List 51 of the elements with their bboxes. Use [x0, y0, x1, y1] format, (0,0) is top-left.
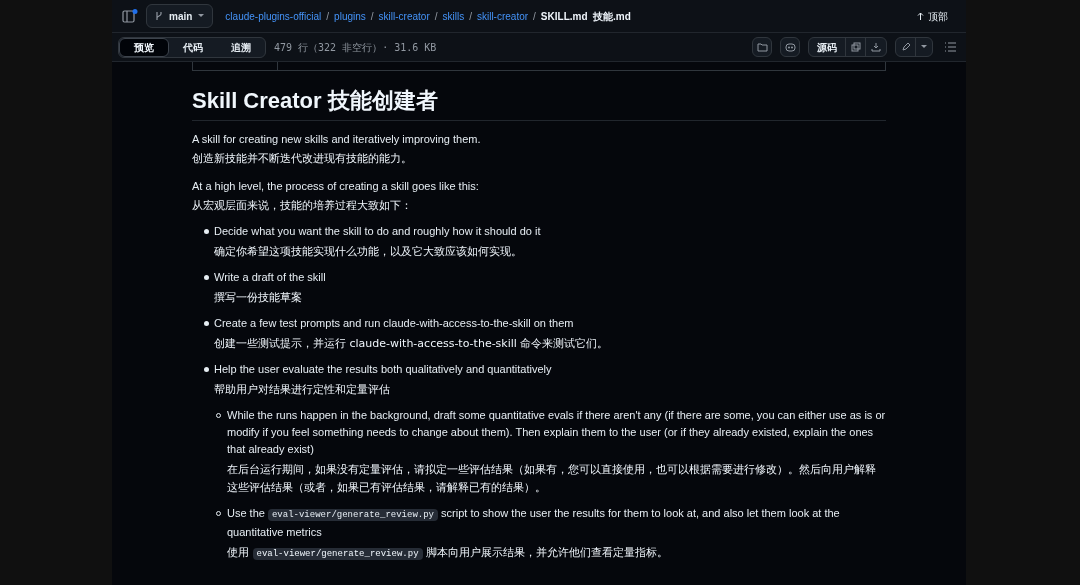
file-info: 479 行（322 非空行）· 31.6 KB [274, 40, 437, 55]
sidebar-toggle-icon[interactable] [122, 9, 138, 23]
translated-paragraph: 从宏观层面来说，技能的培养过程大致如下： [192, 198, 413, 214]
caret-icon [921, 45, 927, 49]
list-item-text: Use the eval-viewer/generate_review.py script to show the user the results for them to look at, and also let them look at the quantitative metrics [227, 506, 841, 540]
up-arrow-icon [917, 12, 924, 20]
bullet [204, 367, 209, 372]
outline-icon[interactable] [945, 42, 956, 52]
paragraph: At a high level, the process of creating a skill goes like this: [192, 179, 480, 194]
download-icon [871, 42, 881, 52]
breadcrumb-separator: / [434, 9, 438, 24]
breadcrumb-separator: / [370, 9, 374, 24]
bullet [204, 321, 209, 326]
breadcrumb-separator: / [326, 9, 330, 24]
breadcrumb-separator: / [469, 9, 472, 24]
back-to-top-link[interactable]: 顶部 [917, 8, 948, 24]
list-item-text: Help the user evaluate the results both qualitatively and quantitatively [214, 362, 553, 377]
branch-button[interactable]: main [146, 4, 214, 28]
breadcrumb-link[interactable]: skill-creator [378, 8, 430, 24]
breadcrumb-link[interactable]: claude-plugins-official [225, 8, 322, 24]
document-title: Skill Creator 技能创建者 [192, 86, 886, 121]
copy-icon [850, 42, 861, 52]
breadcrumb-link[interactable]: skills [442, 8, 465, 24]
translated-item-text: 使用 eval-viewer/generate_review.py 脚本向用户展示结果，并允许他们查看定量指标。 [227, 545, 670, 562]
pencil-icon [900, 42, 911, 52]
translated-item-text: 撰写一份技能草案 [214, 290, 303, 306]
paragraph: A skill for creating new skills and iteratively improving them. [192, 132, 482, 147]
list-item-text: Decide what you want the skill to do and roughly how it should do it [214, 224, 542, 239]
folder-icon [756, 42, 768, 52]
breadcrumb-link[interactable]: plugins [334, 8, 366, 24]
translated-item-text: 确定你希望这项技能实现什么功能，以及它大致应该如何实现。 [214, 244, 523, 260]
file-name: SKILL.md 技能.md [540, 9, 631, 24]
view-tab[interactable]: 预览 [119, 37, 169, 57]
list-item-text: While the runs happen in the background, draft some quantitative evals if there aren't any (if there are some, you can either use as is or modify if you feel something needs to change about them). Then explain them to the user (or if they already existed, explain the ones that already exist) [227, 408, 886, 457]
translated-item-text: 帮助用户对结果进行定性和定量评估 [214, 382, 391, 398]
caret-icon [198, 14, 205, 18]
list-item-text: Create a few test prompts and run claude-with-access-to-the-skill on them [214, 316, 575, 331]
translated-item-text: 创建一些测试提示，并运行 claude-with-access-to-the-skill 命令来测试它们。 [214, 336, 610, 352]
list-item-text: Write a draft of the skill [214, 270, 327, 285]
translated-item-text: 在后台运行期间，如果没有定量评估，请拟定一些评估结果（如果有，您可以直接使用，也可以根据需要进行修改）。然后向用户解释这些评估结果（或者，如果已有评估结果，请解释已有的结果）。 [227, 462, 877, 496]
folder-add-button[interactable] [752, 37, 772, 57]
view-tab[interactable]: 代码 [169, 37, 217, 57]
bullet [204, 229, 209, 234]
view-tab[interactable]: 追溯 [217, 37, 265, 57]
bullet [204, 275, 209, 280]
branch-icon [155, 11, 163, 21]
breadcrumb-link[interactable]: skill-creator [476, 8, 529, 24]
translated-paragraph: 创造新技能并不断迭代改进现有技能的能力。 [192, 151, 413, 167]
copilot-button[interactable] [780, 37, 800, 57]
robot-icon [784, 42, 796, 52]
breadcrumb-separator: / [533, 9, 536, 24]
